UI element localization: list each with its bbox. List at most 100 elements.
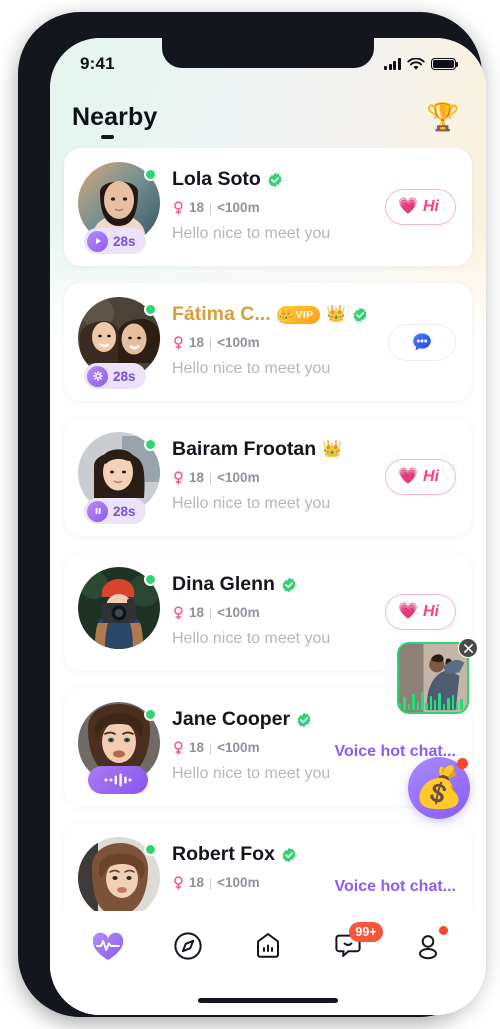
- user-message: Hello nice to meet you: [172, 630, 331, 647]
- signal-bars-icon: [384, 58, 401, 70]
- nav-item-chat[interactable]: 99+: [325, 922, 383, 968]
- user-name: Robert Fox: [172, 843, 275, 865]
- say-hi-button[interactable]: 💗 Hi: [385, 189, 456, 225]
- treasure-chest-icon: 💰: [414, 766, 464, 810]
- screenshot-root: 9:41 Nearby 🏆 28s Lola Soto 18 | <100m H…: [0, 0, 500, 1029]
- avatar-wrap: [78, 702, 160, 794]
- card-body: Dina Glenn 18 | <100m Hello nice to meet…: [160, 567, 379, 648]
- audio-waveform-icon: [104, 773, 132, 787]
- audio-chip[interactable]: [88, 766, 148, 794]
- female-icon: [172, 335, 184, 350]
- meta-row: 18 | <100m: [172, 739, 329, 756]
- online-status-dot: [144, 843, 157, 856]
- female-icon: [172, 200, 184, 215]
- meta-row: 18 | <100m: [172, 334, 382, 351]
- compass-icon: [174, 932, 202, 960]
- notification-dot: [457, 758, 468, 769]
- bottom-navigation-bar[interactable]: 99+: [50, 911, 486, 1015]
- battery-icon: [431, 57, 459, 71]
- avatar-wrap: 28s: [78, 297, 160, 389]
- nav-items: 99+: [50, 911, 486, 973]
- profile-icon: [419, 935, 437, 960]
- wifi-icon: [407, 57, 425, 70]
- card-action: [388, 323, 456, 361]
- user-card[interactable]: 28s Lola Soto 18 | <100m Hello nice to m…: [64, 148, 472, 266]
- pause-icon: [87, 500, 108, 522]
- card-body: Bairam Frootan 👑 18 | <100m Hello nice t…: [160, 432, 379, 513]
- say-hi-label: Hi: [423, 198, 439, 215]
- audio-chip[interactable]: 28s: [84, 363, 146, 389]
- online-status-dot: [144, 708, 157, 721]
- name-row: Lola Soto: [172, 167, 379, 192]
- online-status-dot: [144, 303, 157, 316]
- online-status-dot: [144, 168, 157, 181]
- user-distance: <100m: [217, 605, 260, 620]
- audio-duration: 28s: [113, 233, 136, 249]
- card-action: 💗 Hi: [385, 459, 456, 495]
- name-row: Dina Glenn: [172, 572, 379, 597]
- audio-duration: 28s: [113, 368, 136, 384]
- heart-pulse-icon: [92, 932, 124, 960]
- floating-video-preview[interactable]: [397, 642, 469, 714]
- phone-frame: 9:41 Nearby 🏆 28s Lola Soto 18 | <100m H…: [18, 12, 486, 1017]
- user-name: Fátima C...: [172, 303, 271, 325]
- title-underline-indicator: [101, 134, 114, 139]
- crown-icon: 👑: [326, 305, 347, 323]
- meta-separator: |: [209, 335, 213, 350]
- user-message: Hello nice to meet you: [172, 495, 331, 512]
- profile-notification-dot: [439, 926, 448, 935]
- name-row: Fátima C... 👑 VIP 👑: [172, 302, 382, 327]
- close-icon[interactable]: [458, 638, 478, 658]
- say-hi-label: Hi: [423, 468, 439, 485]
- user-message: Hello nice to meet you: [172, 765, 329, 782]
- meta-separator: |: [209, 605, 213, 620]
- status-indicators: [384, 57, 459, 71]
- meta-row: 18 | <100m: [172, 604, 379, 621]
- say-hi-button[interactable]: 💗 Hi: [385, 594, 456, 630]
- card-body: Jane Cooper 18 | <100m Hello nice to mee…: [160, 702, 329, 783]
- house-chart-icon: [257, 933, 279, 958]
- user-distance: <100m: [217, 470, 260, 485]
- user-age: 18: [189, 875, 205, 890]
- user-distance: <100m: [217, 740, 260, 755]
- meta-separator: |: [209, 875, 213, 890]
- card-body: Robert Fox 18 | <100m: [160, 837, 329, 891]
- verified-badge-icon: [353, 307, 367, 322]
- user-name: Bairam Frootan: [172, 438, 317, 460]
- chat-unread-badge: 99+: [349, 922, 383, 942]
- heart-icon: 💗: [398, 468, 418, 485]
- treasure-chest-button[interactable]: 💰: [408, 757, 470, 819]
- voice-hot-chat-label[interactable]: Voice hot chat...: [335, 878, 457, 896]
- message-button[interactable]: [388, 323, 456, 361]
- loading-spinner-icon: [87, 365, 108, 387]
- say-hi-button[interactable]: 💗 Hi: [385, 459, 456, 495]
- nav-item-house-chart[interactable]: [245, 924, 291, 968]
- user-age: 18: [189, 740, 205, 755]
- trophy-icon[interactable]: 🏆: [426, 103, 460, 131]
- page-title: Nearby: [72, 102, 158, 131]
- vip-badge: 👑 VIP: [276, 305, 321, 324]
- audio-chip[interactable]: 28s: [84, 228, 146, 254]
- user-distance: <100m: [217, 875, 260, 890]
- meta-row: 18 | <100m: [172, 469, 379, 486]
- name-row: Bairam Frootan 👑: [172, 437, 379, 462]
- nav-item-profile[interactable]: [405, 924, 451, 968]
- card-body: Fátima C... 👑 VIP 👑 18 | <100m Hello nic…: [160, 297, 382, 378]
- audio-chip[interactable]: 28s: [84, 498, 146, 524]
- status-time: 9:41: [80, 54, 115, 73]
- nav-item-compass[interactable]: [165, 924, 211, 968]
- online-status-dot: [144, 438, 157, 451]
- nav-item-heart-pulse[interactable]: [85, 924, 131, 968]
- user-name: Dina Glenn: [172, 573, 275, 595]
- user-card[interactable]: 28s Fátima C... 👑 VIP 👑 18 | <100m Hello…: [64, 283, 472, 401]
- avatar-wrap: [78, 567, 160, 657]
- verified-badge-icon: [268, 172, 282, 187]
- nearby-user-list[interactable]: 28s Lola Soto 18 | <100m Hello nice to m…: [50, 148, 486, 938]
- page-header: Nearby 🏆: [50, 86, 486, 148]
- avatar-wrap: 28s: [78, 162, 160, 254]
- user-distance: <100m: [217, 200, 260, 215]
- home-indicator: [198, 997, 338, 1003]
- audio-waveform-icon: [399, 688, 467, 710]
- user-card[interactable]: 28s Bairam Frootan 👑 18 | <100m Hello ni…: [64, 418, 472, 536]
- online-status-dot: [144, 573, 157, 586]
